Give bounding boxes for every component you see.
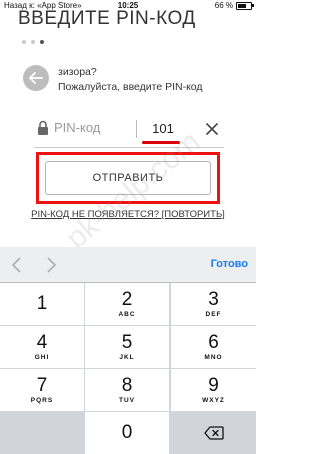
pin-label: PIN-код — [54, 120, 101, 135]
key-digit: 7 — [36, 375, 48, 396]
key-digit: 0 — [121, 422, 133, 443]
key-digit: 6 — [208, 332, 219, 353]
page-dot-active — [40, 40, 44, 44]
backspace-icon — [204, 426, 224, 440]
key-6[interactable]: 6 MNO — [171, 326, 256, 368]
key-7[interactable]: 7 PQRS — [0, 369, 84, 411]
close-icon[interactable] — [205, 122, 219, 136]
done-button[interactable]: Готово — [211, 258, 248, 270]
empty-key — [0, 412, 84, 454]
key-5[interactable]: 5 JKL — [85, 326, 169, 368]
help-text-line2: Пожалуйста, введите PIN-код — [58, 81, 203, 93]
help-text-line1: зизора? — [58, 66, 97, 78]
pin-divider — [136, 120, 137, 138]
back-button[interactable] — [23, 65, 49, 91]
key-digit: 9 — [208, 375, 219, 396]
key-1[interactable]: 1 — [0, 283, 84, 325]
pin-input[interactable] — [140, 116, 186, 140]
key-letters: GHI — [34, 354, 50, 361]
chevron-left-icon[interactable] — [10, 257, 24, 273]
pin-input-highlight — [142, 141, 180, 144]
page-dot — [31, 40, 35, 44]
battery-icon — [236, 1, 254, 10]
lock-icon — [38, 120, 48, 135]
key-letters: MNO — [204, 354, 223, 361]
key-3[interactable]: 3 DEF — [171, 283, 256, 325]
page-indicator — [22, 40, 44, 44]
key-digit: 2 — [121, 289, 133, 310]
keyboard-toolbar: Готово — [0, 247, 256, 283]
page-dot — [22, 40, 26, 44]
battery-status: 66 % — [214, 1, 254, 10]
key-4[interactable]: 4 GHI — [0, 326, 84, 368]
key-letters: TUV — [119, 397, 135, 404]
key-digit: 3 — [208, 289, 219, 310]
key-letters: ABC — [118, 311, 136, 318]
battery-percent: 66 % — [214, 1, 233, 10]
key-letters: PQRS — [30, 397, 54, 404]
key-0[interactable]: 0 — [85, 412, 169, 454]
key-9[interactable]: 9 WXYZ — [171, 369, 256, 411]
key-letters: WXYZ — [202, 397, 225, 404]
resend-pin-link[interactable]: PIN-КОД НЕ ПОЯВЛЯЕТСЯ? [ПОВТОРИТЬ] — [0, 209, 256, 220]
key-8[interactable]: 8 TUV — [85, 369, 169, 411]
key-digit: 5 — [121, 332, 133, 353]
key-letters: DEF — [205, 311, 222, 318]
page-title: ВВЕДИТЕ PIN-КОД — [18, 8, 196, 29]
key-digit: 8 — [121, 375, 133, 396]
numeric-keyboard: Готово 1 2 ABC 3 DEF 4 GHI 5 JKL 6 MNO 7 PQRS … — [0, 247, 256, 454]
resend-pin-label: PIN-КОД НЕ ПОЯВЛЯЕТСЯ? [ПОВТОРИТЬ] — [31, 209, 225, 220]
key-digit: 1 — [36, 293, 48, 314]
key-2[interactable]: 2 ABC — [85, 283, 169, 325]
pin-field-underline — [34, 147, 224, 148]
backspace-key[interactable] — [171, 412, 256, 454]
chevron-right-icon[interactable] — [44, 257, 58, 273]
keypad: 1 2 ABC 3 DEF 4 GHI 5 JKL 6 MNO 7 PQRS 8 TUV 9W… — [0, 283, 256, 454]
back-arrow-icon — [29, 72, 43, 84]
key-letters: JKL — [119, 354, 135, 361]
key-digit: 4 — [36, 332, 48, 353]
send-button[interactable]: ОТПРАВИТЬ — [45, 161, 211, 195]
